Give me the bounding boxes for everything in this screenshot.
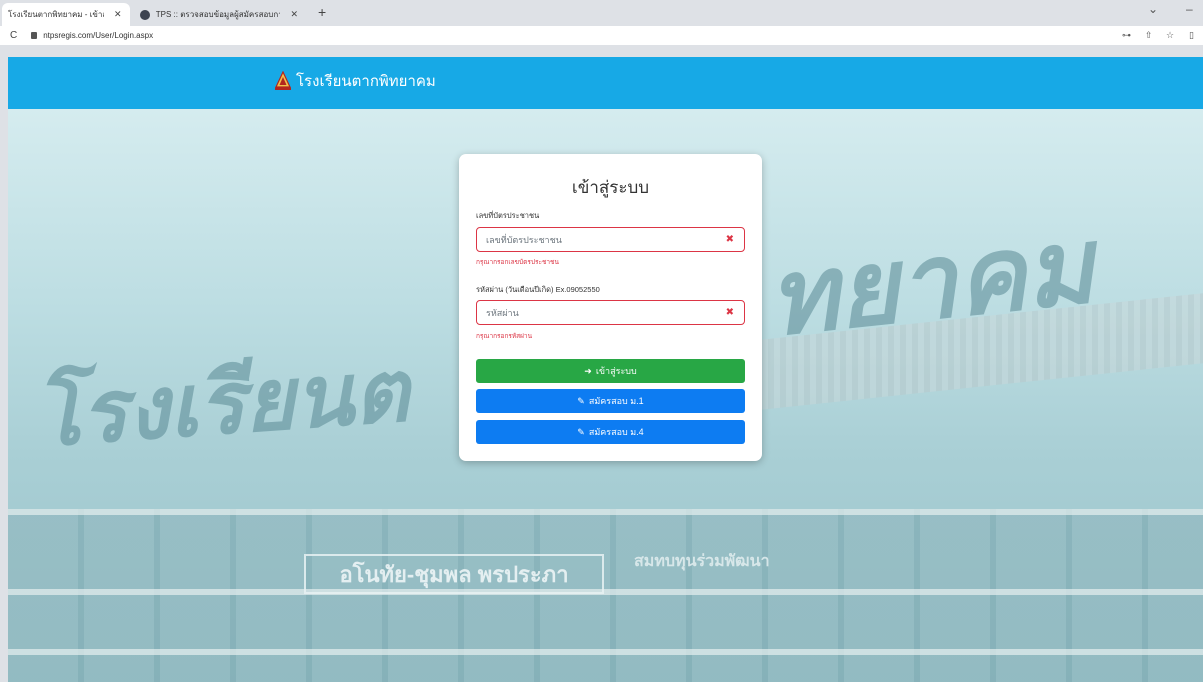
password-label: รหัสผ่าน (วันเดือนปีเกิด) Ex.09052550	[476, 285, 600, 294]
id-error: กรุณากรอกเลขบัตรประชาชน	[476, 259, 559, 266]
id-label: เลขที่บัตรประชาชน	[476, 211, 540, 220]
login-button[interactable]: ➜ เข้าสู่ระบบ	[476, 359, 745, 383]
password-error: กรุณากรอกรหัสผ่าน	[476, 333, 533, 340]
error-x-icon: ✖	[725, 234, 734, 245]
apply-m1-button[interactable]: ✎ สมัครสอบ ม.1	[476, 389, 745, 413]
apply-m1-label: สมัครสอบ ม.1	[588, 396, 644, 406]
browser-tab-bar: โรงเรียนตากพิทยาคม - เข้าสู่ระบบ ✕ TPS :…	[0, 0, 1203, 26]
school-logo-icon	[275, 71, 291, 90]
apply-m4-label: สมัครสอบ ม.4	[588, 427, 644, 437]
building-floor-line	[8, 509, 1203, 515]
new-tab-icon[interactable]: +	[318, 4, 326, 20]
error-x-icon: ✖	[725, 307, 734, 318]
building-banner-secondary: สมทบทุนร่วมพัฒนา	[634, 553, 770, 570]
globe-icon	[140, 9, 150, 20]
tab-title: โรงเรียนตากพิทยาคม - เข้าสู่ระบบ	[8, 10, 104, 19]
building-floor-line	[8, 649, 1203, 655]
share-icon[interactable]: ⇧	[1145, 30, 1153, 41]
building-image	[8, 509, 1203, 682]
building-floor-line	[8, 589, 1203, 595]
minimize-icon[interactable]: –	[1186, 2, 1193, 16]
background-school-name-right: ทยาคม	[762, 203, 1100, 360]
login-title: เข้าสู่ระบบ	[571, 178, 650, 197]
edit-icon: ✎	[577, 426, 585, 437]
brand-link[interactable]: โรงเรียนตากพิทยาคม	[274, 69, 436, 93]
tab-title: TPS :: ตรวจสอบข้อมูลผู้สมัครสอบการ	[155, 10, 281, 19]
password-field: ✖	[476, 300, 745, 325]
star-icon[interactable]: ☆	[1166, 30, 1174, 41]
login-card: เข้าสู่ระบบ เลขที่บัตรประชาชน ✖ กรุณากรอ…	[459, 154, 762, 461]
building-banner: อโนทัย-ชุมพล พรประภา	[304, 554, 604, 594]
key-icon[interactable]: ⊶	[1122, 30, 1131, 41]
navbar: โรงเรียนตากพิทยาคม	[8, 57, 1203, 109]
brand-name: โรงเรียนตากพิทยาคม	[296, 73, 436, 90]
reload-icon[interactable]: C	[10, 30, 17, 41]
url-field[interactable]: ntpsregis.com/User/Login.aspx	[43, 31, 153, 40]
chevron-down-icon[interactable]: ⌄	[1148, 2, 1158, 16]
tab-tps[interactable]: TPS :: ตรวจสอบข้อมูลผู้สมัครสอบการ ✕	[134, 3, 304, 26]
close-tab-icon[interactable]: ✕	[114, 9, 122, 20]
close-tab-icon[interactable]: ✕	[290, 9, 298, 20]
id-field: ✖	[476, 227, 745, 252]
page: โรงเรียนตากพิทยาคม โรงเรียนต ทยาคม อโนทั…	[0, 45, 1203, 682]
sign-in-icon: ➜	[584, 365, 592, 376]
edit-icon: ✎	[577, 395, 585, 406]
lock-icon[interactable]	[31, 32, 38, 39]
tab-login[interactable]: โรงเรียนตากพิทยาคม - เข้าสู่ระบบ ✕	[2, 3, 130, 26]
sidepanel-icon[interactable]: ▯	[1189, 30, 1194, 41]
id-input[interactable]	[477, 228, 707, 251]
address-bar: C ntpsregis.com/User/Login.aspx ⊶ ⇧ ☆ ▯	[0, 26, 1203, 45]
password-input[interactable]	[477, 301, 707, 324]
background-school-name-left: โรงเรียนต	[31, 340, 413, 467]
login-button-label: เข้าสู่ระบบ	[595, 366, 637, 376]
apply-m4-button[interactable]: ✎ สมัครสอบ ม.4	[476, 420, 745, 444]
